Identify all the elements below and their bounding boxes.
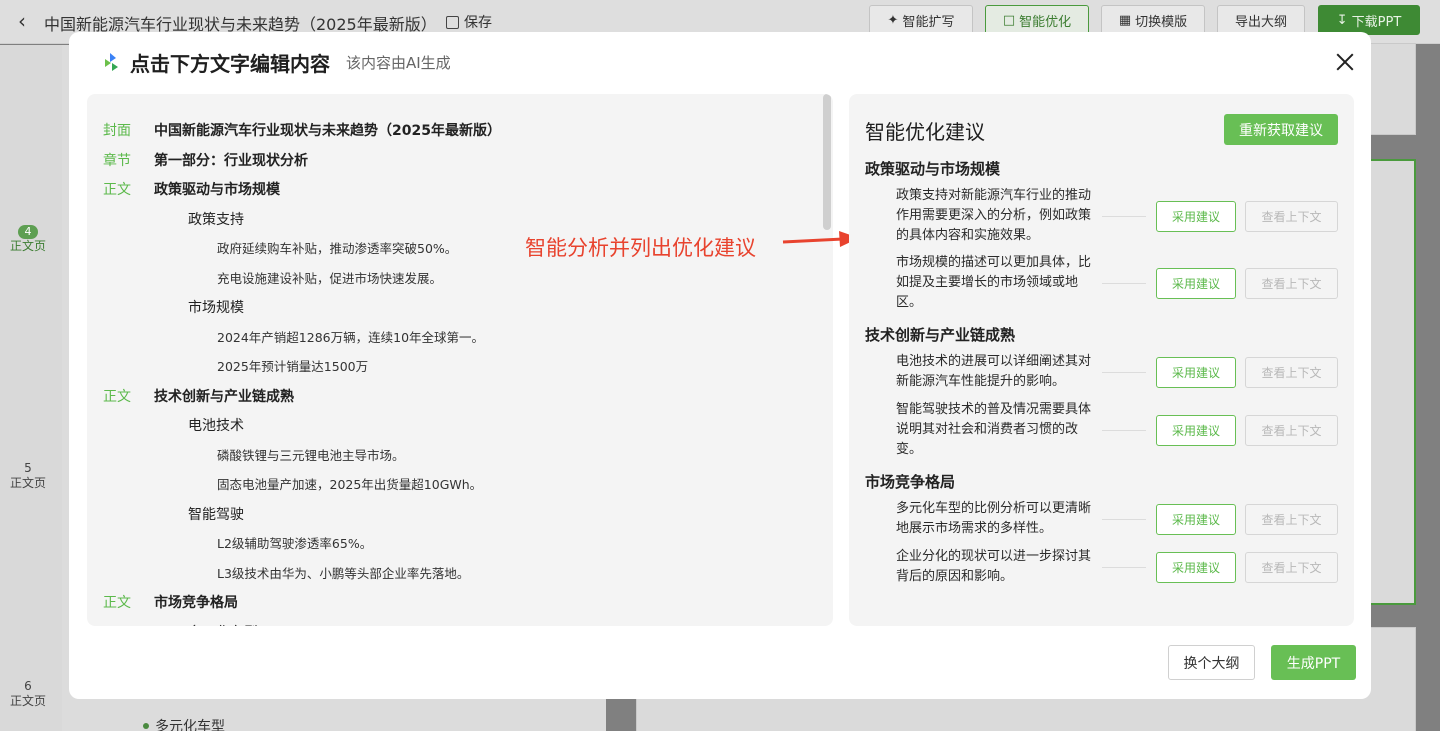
adopt-suggestion-button[interactable]: 采用建议 (1156, 415, 1236, 446)
save-button[interactable]: 保存 (446, 12, 492, 32)
generate-ppt-button[interactable]: 生成PPT (1271, 645, 1356, 680)
outline-item[interactable]: 多元化车型 (188, 622, 258, 626)
outline-item[interactable]: 中国新能源汽车行业现状与未来趋势（2025年最新版） (154, 120, 501, 140)
outline-item[interactable]: 技术创新与产业链成熟 (154, 386, 294, 406)
suggestion-connector (1102, 519, 1146, 520)
view-context-button[interactable]: 查看上下文 (1245, 268, 1338, 299)
outline-item[interactable]: 2025年预计销量达1500万 (217, 356, 368, 375)
modal-subtitle: 该内容由AI生成 (346, 54, 451, 72)
outline-item[interactable]: L3级技术由华为、小鹏等头部企业率先落地。 (217, 563, 469, 582)
outline-item[interactable]: 磷酸铁锂与三元锂电池主导市场。 (217, 445, 405, 464)
modal-title: 点击下方文字编辑内容 (130, 52, 330, 76)
suggestion-connector (1102, 567, 1146, 568)
close-icon[interactable] (1333, 50, 1357, 74)
outline-tag: 章节 (103, 153, 131, 169)
outline-item[interactable]: 政府延续购车补贴，推动渗透率突破50%。 (217, 238, 457, 257)
outline-item[interactable]: 第一部分：行业现状分析 (154, 150, 308, 170)
adopt-suggestion-button[interactable]: 采用建议 (1156, 504, 1236, 535)
bullet-dot-icon (143, 723, 149, 729)
save-icon (446, 15, 459, 29)
suggestion-text[interactable]: 多元化车型的比例分析可以更清晰地展示市场需求的多样性。 (896, 499, 1098, 539)
suggestion-section-title: 技术创新与产业链成熟 (865, 326, 1016, 344)
sidebar-page-5[interactable]: 5 正文页 (0, 461, 56, 491)
optimize-icon: □ (1002, 12, 1016, 28)
suggestion-text[interactable]: 智能驾驶技术的普及情况需要具体说明其对社会和消费者习惯的改变。 (896, 400, 1098, 460)
switch-template-button[interactable]: ▦ 切换模版 (1101, 5, 1205, 35)
download-ppt-button[interactable]: ↧ 下载PPT (1318, 5, 1420, 35)
adopt-suggestion-button[interactable]: 采用建议 (1156, 201, 1236, 232)
export-outline-button[interactable]: 导出大纲 (1217, 5, 1305, 35)
suggestions-title: 智能优化建议 (865, 120, 985, 144)
suggestion-section-title: 市场竞争格局 (865, 473, 956, 491)
view-context-button[interactable]: 查看上下文 (1245, 357, 1338, 388)
sidebar-page-6[interactable]: 6 正文页 (0, 679, 56, 709)
adopt-suggestion-button[interactable]: 采用建议 (1156, 357, 1236, 388)
sidebar-page-4[interactable]: 4 正文页 (0, 224, 56, 254)
outline-item[interactable]: L2级辅助驾驶渗透率65%。 (217, 533, 372, 552)
app-logo-icon (105, 53, 118, 71)
sparkle-icon: ✦ (887, 12, 899, 28)
template-icon: ▦ (1118, 12, 1132, 28)
suggestions-panel: 智能优化建议 重新获取建议 政策驱动与市场规模政策支持对新能源汽车行业的推动作用… (849, 94, 1354, 626)
back-arrow-icon[interactable]: ‹ (18, 9, 26, 33)
background-outline-item: 多元化车型 (143, 716, 225, 731)
smart-expand-button[interactable]: ✦ 智能扩写 (869, 5, 973, 35)
refresh-suggestions-button[interactable]: 重新获取建议 (1224, 114, 1338, 145)
outline-tag: 正文 (103, 182, 131, 198)
view-context-button[interactable]: 查看上下文 (1245, 504, 1338, 535)
adopt-suggestion-button[interactable]: 采用建议 (1156, 552, 1236, 583)
adopt-suggestion-button[interactable]: 采用建议 (1156, 268, 1236, 299)
page-thumbnail-sidebar (0, 45, 62, 731)
suggestion-text[interactable]: 电池技术的进展可以详细阐述其对新能源汽车性能提升的影响。 (896, 352, 1098, 392)
outline-tag: 封面 (103, 123, 131, 139)
suggestion-connector (1102, 216, 1146, 217)
outline-item[interactable]: 2024年产销超1286万辆，连续10年全球第一。 (217, 327, 484, 346)
view-context-button[interactable]: 查看上下文 (1245, 201, 1338, 232)
suggestion-connector (1102, 430, 1146, 431)
outline-item[interactable]: 市场竞争格局 (154, 592, 238, 612)
suggestion-text[interactable]: 市场规模的描述可以更加具体，比如提及主要增长的市场领域或地区。 (896, 253, 1098, 313)
annotation-text: 智能分析并列出优化建议 (525, 236, 756, 260)
outline-item[interactable]: 电池技术 (188, 415, 244, 435)
suggestion-text[interactable]: 政策支持对新能源汽车行业的推动作用需要更深入的分析，例如政策的具体内容和实施效果… (896, 186, 1098, 246)
download-icon: ↧ (1336, 12, 1348, 28)
outline-item[interactable]: 固态电池量产加速，2025年出货量超10GWh。 (217, 474, 482, 493)
outline-item[interactable]: 充电设施建设补贴，促进市场快速发展。 (217, 268, 442, 287)
view-context-button[interactable]: 查看上下文 (1245, 552, 1338, 583)
outline-item[interactable]: 智能驾驶 (188, 504, 244, 524)
suggestion-connector (1102, 372, 1146, 373)
outline-item[interactable]: 政策驱动与市场规模 (154, 179, 280, 199)
outline-panel: 封面 中国新能源汽车行业现状与未来趋势（2025年最新版） 章节 第一部分：行业现状分… (87, 94, 833, 626)
switch-outline-button[interactable]: 换个大纲 (1168, 645, 1255, 680)
suggestion-text[interactable]: 企业分化的现状可以进一步探讨其背后的原因和影响。 (896, 547, 1098, 587)
outline-item[interactable]: 市场规模 (188, 297, 244, 317)
smart-optimize-button[interactable]: □ 智能优化 (985, 5, 1089, 35)
view-context-button[interactable]: 查看上下文 (1245, 415, 1338, 446)
outline-tag: 正文 (103, 389, 131, 405)
outline-scrollbar[interactable] (823, 94, 831, 230)
suggestion-connector (1102, 283, 1146, 284)
suggestion-section-title: 政策驱动与市场规模 (865, 160, 1001, 178)
outline-tag: 正文 (103, 595, 131, 611)
edit-content-modal: 点击下方文字编辑内容 该内容由AI生成 封面 中国新能源汽车行业现状与未来趋势（2… (69, 32, 1371, 699)
outline-item[interactable]: 政策支持 (188, 209, 244, 229)
